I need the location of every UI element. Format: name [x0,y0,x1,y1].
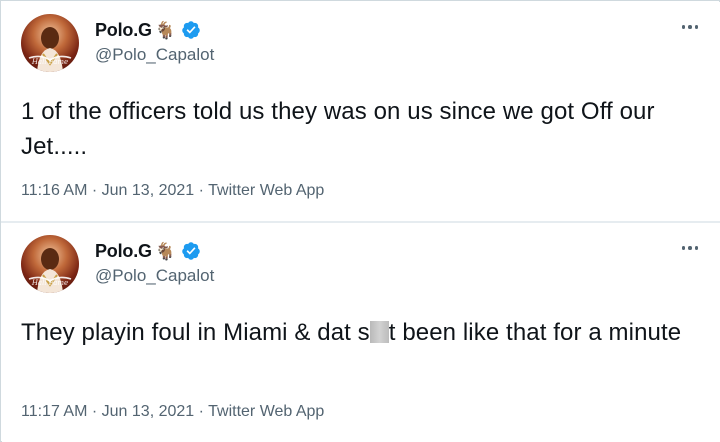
more-options-icon[interactable] [680,20,700,34]
separator: · [198,182,209,199]
tweet-source[interactable]: Twitter Web App [208,182,324,199]
dot [688,246,692,250]
dot [688,25,692,29]
tweet-date[interactable]: Jun 13, 2021 [102,403,195,420]
separator: · [91,182,102,199]
more-options-icon[interactable] [680,241,700,255]
separator: · [91,403,102,420]
author-handle[interactable]: @Polo_Capalot [95,266,214,286]
display-name[interactable]: Polo.G [95,241,152,262]
goat-emoji: 🐐 [154,241,176,261]
tweet-metadata: 11:16 AM · Jun 13, 2021 · Twitter Web Ap… [21,182,324,200]
tweet-date[interactable]: Jun 13, 2021 [102,182,195,199]
avatar[interactable]: Hall Fame [21,235,79,293]
tweet-time[interactable]: 11:17 AM [21,403,87,420]
dot [694,246,699,250]
goat-emoji: 🐐 [154,20,176,40]
tweet-metadata: 11:17 AM · Jun 13, 2021 · Twitter Web Ap… [21,403,324,421]
author-name-row[interactable]: Polo.G 🐐 [95,239,201,263]
svg-text:Hall Fame: Hall Fame [31,279,68,287]
tweet-text: 1 of the officers told us they was on us… [21,98,655,160]
verified-badge-icon [182,21,200,39]
author-name-row[interactable]: Polo.G 🐐 [95,18,201,42]
display-name[interactable]: Polo.G [95,20,152,41]
avatar-image: Hall Fame [28,27,72,72]
tweet-time[interactable]: 11:16 AM [21,182,87,199]
tweet-text: They playin foul in Miami & dat s t been … [21,315,711,350]
verified-badge-icon [182,242,200,260]
svg-text:Hall Fame: Hall Fame [31,58,68,66]
avatar-image: Hall Fame [28,248,72,293]
dot [681,25,686,29]
tweet-1[interactable]: Hall Fame Polo.G 🐐 @Polo_Capalot 1 of th… [2,2,720,221]
tweet-source[interactable]: Twitter Web App [208,403,324,420]
dot [694,25,699,29]
tweet-2[interactable]: Hall Fame Polo.G 🐐 @Polo_Capalot They pl… [2,223,720,442]
tweet-screenshot-frame: Hall Fame Polo.G 🐐 @Polo_Capalot 1 of th… [0,0,720,442]
separator: · [198,403,209,420]
censor-block [369,321,389,343]
tweet-text-part-1: They playin foul in Miami & dat s [21,319,370,346]
tweet-text-part-2: t been like that for a minute [388,319,682,346]
avatar[interactable]: Hall Fame [21,14,79,72]
author-handle[interactable]: @Polo_Capalot [95,45,214,65]
dot [681,246,686,250]
